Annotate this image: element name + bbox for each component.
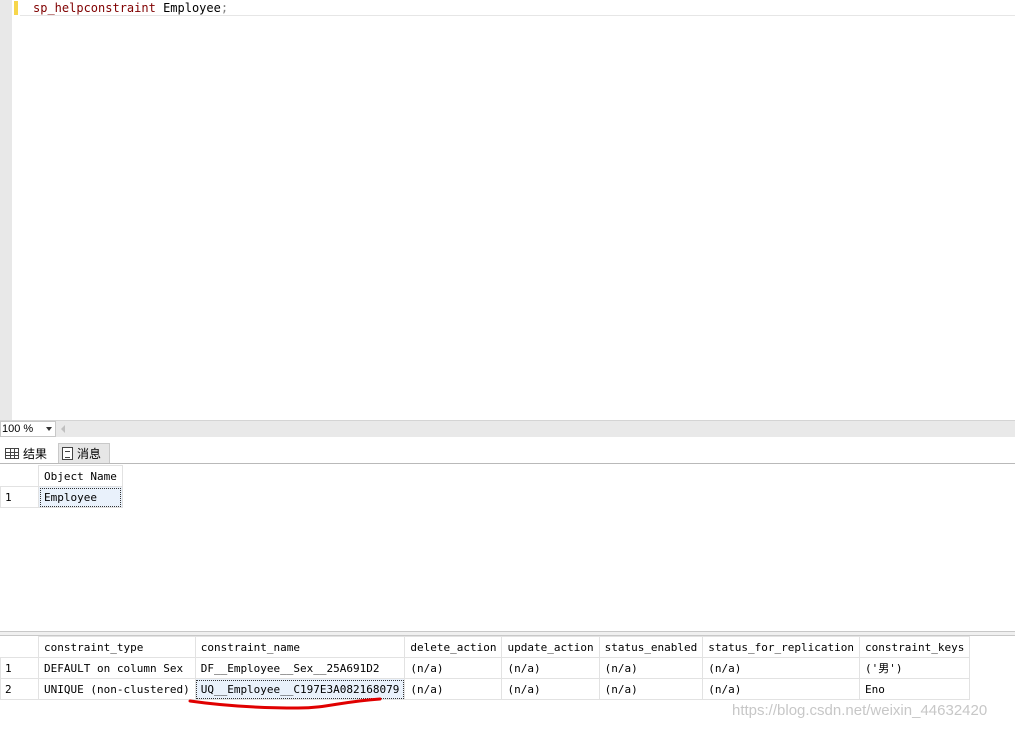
grid-cell[interactable]: (n/a) [598,678,704,700]
grid-cell[interactable]: (n/a) [598,657,704,679]
grid-cell[interactable]: (n/a) [501,657,600,679]
grid-cell[interactable]: (n/a) [702,678,860,700]
grid-cell[interactable]: UNIQUE (non-clustered) [38,678,196,700]
grid-corner[interactable] [0,465,39,487]
tab-messages[interactable]: 消息 [58,443,110,463]
grid-cell[interactable]: Employee [38,486,123,508]
zoom-bar: 100 % [0,420,1015,437]
row-number[interactable]: 2 [0,678,39,700]
zoom-value: 100 % [2,423,34,435]
tab-results-label: 结果 [23,446,48,461]
code-line-1[interactable]: sp_helpconstraint Employee; [33,1,228,15]
results-tabstrip: 结果 消息 [0,437,1015,464]
code-table-name: Employee [163,1,221,15]
changed-line-marker [14,1,18,15]
column-header[interactable]: status_enabled [598,636,704,658]
editor-gutter [0,0,12,420]
query-editor[interactable]: sp_helpconstraint Employee; [0,0,1015,420]
scroll-left-icon[interactable] [61,425,65,433]
grid-cell[interactable]: (n/a) [501,678,600,700]
table-row[interactable]: 2 UNIQUE (non-clustered) UQ__Employee__C… [0,678,971,700]
grid-cell[interactable]: (n/a) [404,678,503,700]
message-icon [62,447,73,460]
result-grid-1[interactable]: Object Name 1 Employee [0,465,1015,631]
grid-cell[interactable]: (n/a) [702,657,860,679]
grid-cell[interactable]: DEFAULT on column Sex [38,657,196,679]
grid-cell[interactable]: (n/a) [404,657,503,679]
tab-messages-label: 消息 [77,447,102,461]
grid-icon [5,447,19,459]
tab-results[interactable]: 结果 [2,443,51,463]
header-row: Object Name [0,465,123,487]
column-header[interactable]: constraint_type [38,636,196,658]
table-row[interactable]: 1 DEFAULT on column Sex DF__Employee__Se… [0,657,971,679]
column-header[interactable]: status_for_replication [702,636,860,658]
code-proc-name: sp_helpconstraint [33,1,156,15]
zoom-dropdown[interactable]: 100 % [0,421,56,437]
grid-cell[interactable]: DF__Employee__Sex__25A691D2 [194,657,406,679]
red-underline-annotation [188,697,382,710]
header-row: constraint_type constraint_name delete_a… [0,636,971,658]
column-header[interactable]: Object Name [38,465,123,487]
code-terminator: ; [220,1,229,15]
grid-corner[interactable] [0,636,39,658]
column-header[interactable]: update_action [501,636,600,658]
column-header[interactable]: delete_action [404,636,503,658]
row-number[interactable]: 1 [0,657,39,679]
result-table-2: constraint_type constraint_name delete_a… [0,636,971,700]
row-number[interactable]: 1 [0,486,39,508]
watermark-text: https://blog.csdn.net/weixin_44632420 [732,702,988,719]
table-row[interactable]: 1 Employee [0,486,123,508]
grid-cell[interactable]: ('男') [858,657,971,679]
grid-cell[interactable]: Eno [858,678,971,700]
chevron-down-icon[interactable] [46,427,52,431]
column-header[interactable]: constraint_keys [858,636,971,658]
result-table-1: Object Name 1 Employee [0,465,123,508]
column-header[interactable]: constraint_name [194,636,406,658]
